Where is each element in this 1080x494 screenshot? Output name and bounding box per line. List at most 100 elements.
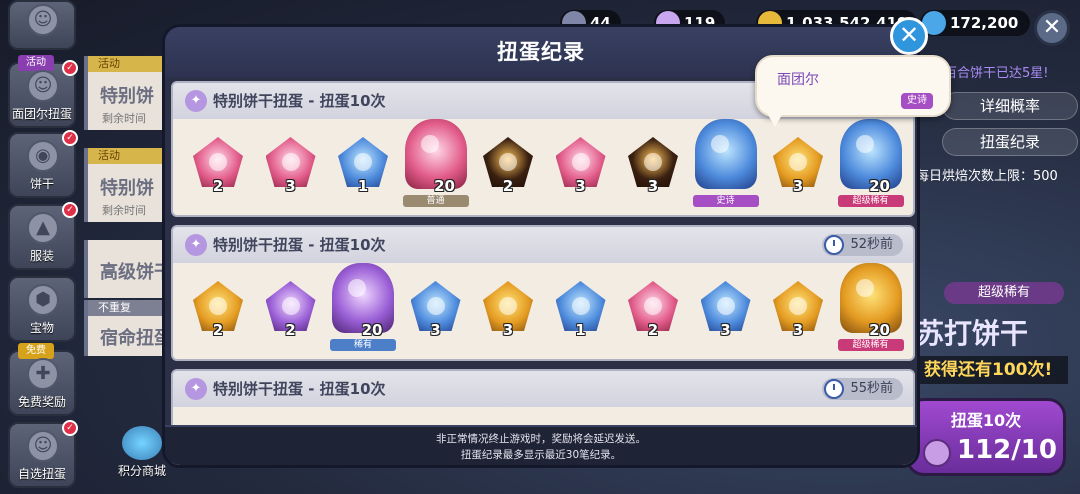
banner-premium[interactable]: 高级饼干 (84, 240, 172, 298)
record-title: 特别饼干扭蛋 - 扭蛋10次 (213, 92, 386, 110)
banner-name: 特别饼 (100, 86, 154, 107)
resource-crystal[interactable]: 172,200 (920, 10, 1030, 36)
notification-badge: ✓ (62, 420, 78, 436)
cookie-item[interactable]: 3 (697, 279, 755, 349)
cookie-item[interactable]: 3 (479, 279, 537, 349)
record-title: 特别饼干扭蛋 - 扭蛋10次 (213, 236, 386, 254)
cookie-item[interactable]: 3 (552, 135, 610, 205)
game-screen: ☺ 活动 ✓ ☺ 面团尔扭蛋 ✓ ◉ 饼干 ✓ ▲ 服装 ⬢ 宝物 免费 ✚ 免… (0, 0, 1080, 494)
rarity-badge: 稀有 (330, 339, 396, 351)
footer-line-2: 扭蛋纪录最多显示最近30笔纪录。 (460, 449, 622, 461)
record-title: 特别饼干扭蛋 - 扭蛋10次 (213, 380, 386, 398)
nav-label: 面团尔扭蛋 (11, 107, 72, 121)
nav-item-free-reward[interactable]: 免费 ✚ 免费奖励 (8, 343, 76, 416)
cookie-icon: ◉ (27, 140, 59, 172)
pull-label: 扭蛋10次 (950, 411, 1022, 430)
clock-icon (824, 379, 845, 399)
cookie-item[interactable]: 3 (769, 135, 827, 205)
item-count: 3 (430, 321, 441, 339)
banner-sub: 剩余时间 (102, 112, 146, 125)
cookie-face (281, 153, 300, 171)
shop-label: 积分商城 (117, 464, 166, 478)
nav-item-gacha-event[interactable]: 活动 ✓ ☺ 面团尔扭蛋 (8, 55, 78, 128)
cookie-item[interactable]: 2 (189, 135, 247, 205)
cookie-face (644, 153, 662, 171)
record-card-2: ✦ 特别饼干扭蛋 - 扭蛋10次 52秒前 2 2 20 稀有 3 3 1 2 3 3 20 超级稀有 (171, 225, 915, 361)
detail-probability-button[interactable]: 详细概率 (942, 92, 1078, 120)
nav-item-choice-gacha[interactable]: ✓ ☺ 自选扭蛋 (8, 420, 78, 488)
cookie-item[interactable]: 3 (262, 135, 320, 205)
cookie-item[interactable]: 2 (479, 135, 537, 205)
cookie-item[interactable]: 2 (262, 279, 320, 349)
mascot-icon: ☺ (27, 70, 59, 102)
cookie-face (571, 153, 590, 171)
cookie-item[interactable]: 20 超级稀有 (837, 119, 904, 207)
left-nav: ☺ 活动 ✓ ☺ 面团尔扭蛋 ✓ ◉ 饼干 ✓ ▲ 服装 ⬢ 宝物 免费 ✚ 免… (0, 0, 84, 494)
cookie-item[interactable]: 3 (624, 135, 682, 205)
nav-mascot-top[interactable]: ☺ (8, 0, 76, 50)
cookie-face (789, 297, 807, 315)
footer-line-1: 非正常情况终止游戏时，奖励将会延迟发送。 (436, 433, 646, 445)
tooltip-rarity: 史诗 (901, 93, 933, 109)
banner-tag: 活动 (88, 148, 168, 164)
cookie-item[interactable]: 3 (407, 279, 465, 349)
banner-tag: 不重复 (88, 300, 168, 316)
resource-value: 172,200 (950, 14, 1019, 32)
banner-destiny[interactable]: 不重复 宿命扭蛋 (84, 300, 172, 356)
cookie-item[interactable]: 3 (769, 279, 827, 349)
rarity-badge: 超级稀有 (837, 339, 904, 351)
rarity-badge: 普通 (402, 195, 469, 207)
cookie-face (571, 297, 590, 315)
cookie-face (855, 135, 874, 153)
daily-limit-text: 每日烘焙次数上限：500 (916, 169, 1058, 184)
item-count: 3 (647, 177, 659, 195)
cookie-item[interactable]: 20 稀有 (330, 263, 396, 351)
featured-cookie-name: 苏打饼干 (916, 317, 1029, 350)
item-count: 3 (285, 177, 296, 195)
item-count: 20 (869, 177, 890, 195)
cookie-item[interactable]: 2 (624, 279, 682, 349)
notification-badge: ✓ (62, 60, 78, 76)
banner-special-1[interactable]: 活动 特别饼 剩余时间 (84, 56, 168, 130)
cookie-face (855, 279, 874, 297)
choice-icon: ☺ (27, 430, 59, 462)
gacha-record-button[interactable]: 扭蛋纪录 (942, 128, 1078, 156)
notification-badge: ✓ (62, 130, 78, 146)
close-record-button[interactable]: ✕ (890, 17, 928, 55)
item-count: 3 (502, 321, 514, 339)
banner-sub: 剩余时间 (102, 204, 146, 217)
item-count: 1 (575, 321, 586, 339)
nav-label: 服装 (29, 249, 54, 263)
nav-item-treasure[interactable]: ⬢ 宝物 (8, 276, 76, 342)
cookie-face (716, 297, 735, 315)
cookie-face (209, 297, 227, 315)
cookie-item[interactable]: 20 超级稀有 (837, 263, 904, 351)
cookie-face (499, 153, 517, 171)
item-count: 20 (361, 321, 383, 339)
cookie-face (281, 297, 300, 315)
cookie-item[interactable]: 2 (189, 279, 247, 349)
shop-icon (122, 426, 162, 460)
cookie-item[interactable]: 1 (552, 279, 610, 349)
cookie-face (348, 279, 366, 297)
time-text: 52秒前 (850, 237, 893, 252)
close-gacha-button[interactable]: ✕ (1034, 10, 1070, 46)
cookie-face (209, 153, 227, 171)
item-count: 3 (720, 321, 731, 339)
gacha-icon: ✦ (185, 90, 207, 112)
nav-item-cookie[interactable]: ✓ ◉ 饼干 (8, 130, 78, 198)
rarity-badge: 史诗 (692, 195, 759, 207)
record-header: ✦ 特别饼干扭蛋 - 扭蛋10次 55秒前 (173, 371, 913, 407)
item-count: 2 (502, 177, 514, 195)
cookie-item[interactable]: 20 普通 (402, 119, 469, 207)
banner-special-2[interactable]: 活动 特别饼 剩余时间 (84, 148, 168, 222)
gacha-icon: ✦ (185, 378, 207, 400)
nav-item-costume[interactable]: ✓ ▲ 服装 (8, 202, 78, 270)
pull-10-button[interactable]: 扭蛋10次 112/10 (906, 398, 1066, 476)
cookie-item[interactable]: 史诗 (692, 119, 759, 207)
item-count: 2 (647, 321, 659, 339)
item-count: 20 (434, 177, 455, 195)
time-text: 55秒前 (850, 381, 893, 396)
cookie-tooltip: 面团尔 史诗 (755, 55, 951, 127)
cookie-item[interactable]: 1 (334, 135, 392, 205)
